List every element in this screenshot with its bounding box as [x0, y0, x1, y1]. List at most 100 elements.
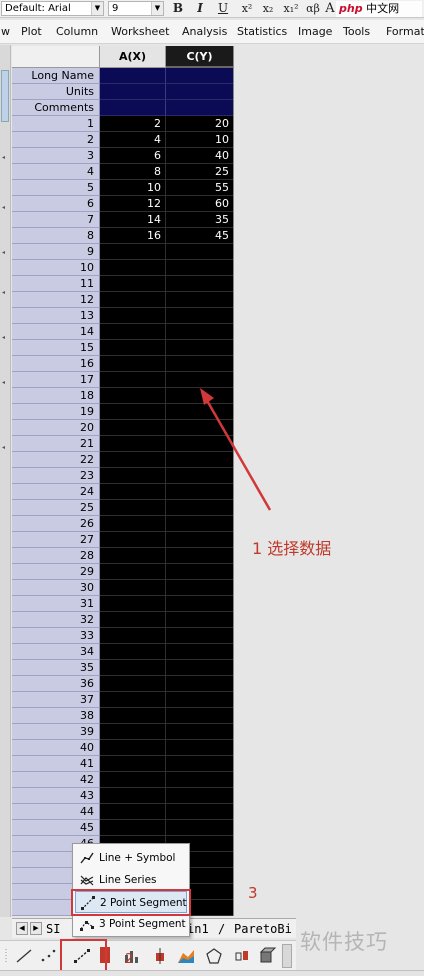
row-header[interactable]: 21 [12, 436, 100, 452]
table-cell[interactable] [166, 276, 233, 292]
row-header[interactable]: 18 [12, 388, 100, 404]
table-cell[interactable] [166, 356, 233, 372]
tab-prev-button[interactable]: ◀ [16, 922, 28, 935]
row-header[interactable]: 37 [12, 692, 100, 708]
table-cell[interactable] [166, 436, 233, 452]
table-cell[interactable] [100, 820, 166, 836]
superscript-button[interactable]: x² [238, 0, 256, 17]
table-cell[interactable] [166, 628, 233, 644]
row-header[interactable]: 23 [12, 468, 100, 484]
table-cell[interactable] [166, 692, 233, 708]
row-header[interactable]: 27 [12, 532, 100, 548]
table-cell[interactable] [100, 468, 166, 484]
table-cell[interactable]: 6 [100, 148, 166, 164]
table-cell[interactable] [100, 564, 166, 580]
table-cell[interactable] [166, 372, 233, 388]
menu-analysis[interactable]: Analysis [182, 20, 227, 44]
table-cell[interactable] [100, 756, 166, 772]
table-cell[interactable] [100, 804, 166, 820]
error-bar-icon[interactable] [150, 947, 170, 965]
menu-tools[interactable]: Tools [343, 20, 370, 44]
menu-statistics[interactable]: Statistics [237, 20, 287, 44]
table-cell[interactable] [166, 612, 233, 628]
table-cell[interactable] [100, 708, 166, 724]
row-header[interactable]: 36 [12, 676, 100, 692]
row-header[interactable]: 7 [12, 212, 100, 228]
table-cell[interactable]: 60 [166, 196, 233, 212]
table-cell[interactable] [166, 676, 233, 692]
table-cell[interactable] [100, 788, 166, 804]
table-cell[interactable] [100, 308, 166, 324]
toolbar-overflow-button[interactable] [282, 944, 292, 968]
table-cell[interactable] [100, 772, 166, 788]
table-cell[interactable] [100, 260, 166, 276]
table-cell[interactable]: 14 [100, 212, 166, 228]
meta-cell[interactable] [100, 68, 166, 84]
row-header[interactable]: 10 [12, 260, 100, 276]
table-cell[interactable] [166, 244, 233, 260]
row-header[interactable]: 13 [12, 308, 100, 324]
row-header[interactable]: 35 [12, 660, 100, 676]
increase-font-button[interactable]: A [324, 0, 336, 17]
table-cell[interactable] [166, 596, 233, 612]
table-cell[interactable] [166, 724, 233, 740]
scatter-plot-icon[interactable] [38, 947, 58, 965]
subscript-button[interactable]: x₂ [259, 0, 277, 17]
row-header[interactable]: 19 [12, 404, 100, 420]
table-cell[interactable] [100, 356, 166, 372]
table-cell[interactable] [166, 484, 233, 500]
row-header[interactable]: 5 [12, 180, 100, 196]
menu-worksheet[interactable]: Worksheet [111, 20, 169, 44]
table-cell[interactable] [166, 324, 233, 340]
meta-cell[interactable] [166, 84, 233, 100]
table-cell[interactable] [166, 788, 233, 804]
area-chart-icon[interactable] [176, 947, 196, 965]
table-cell[interactable] [166, 772, 233, 788]
tab-next-button[interactable]: ▶ [30, 922, 42, 935]
table-cell[interactable]: 45 [166, 228, 233, 244]
table-cell[interactable] [166, 532, 233, 548]
table-cell[interactable]: 35 [166, 212, 233, 228]
table-cell[interactable] [100, 292, 166, 308]
row-header[interactable]: 2 [12, 132, 100, 148]
table-cell[interactable] [100, 612, 166, 628]
row-header[interactable]: 29 [12, 564, 100, 580]
table-cell[interactable]: 16 [100, 228, 166, 244]
table-cell[interactable] [100, 244, 166, 260]
table-cell[interactable]: 10 [166, 132, 233, 148]
row-header[interactable]: 20 [12, 420, 100, 436]
table-cell[interactable]: 10 [100, 180, 166, 196]
table-cell[interactable] [166, 388, 233, 404]
row-header[interactable]: 25 [12, 500, 100, 516]
row-header[interactable]: 26 [12, 516, 100, 532]
table-cell[interactable] [166, 564, 233, 580]
table-cell[interactable] [100, 596, 166, 612]
greek-button[interactable]: αβ [303, 0, 323, 17]
tab-sheet2[interactable]: in1 [187, 920, 209, 938]
table-cell[interactable] [100, 692, 166, 708]
table-cell[interactable] [166, 740, 233, 756]
column-header-c[interactable]: C(Y) [166, 46, 233, 68]
line-plot-icon[interactable] [14, 947, 34, 965]
table-cell[interactable] [166, 420, 233, 436]
row-header[interactable]: 11 [12, 276, 100, 292]
row-header[interactable]: 40 [12, 740, 100, 756]
table-cell[interactable]: 55 [166, 180, 233, 196]
row-header[interactable]: 31 [12, 596, 100, 612]
row-header[interactable]: 44 [12, 804, 100, 820]
row-header[interactable]: 14 [12, 324, 100, 340]
meta-cell[interactable] [100, 100, 166, 116]
menu-item-3-point-segment[interactable]: 3 Point Segment [75, 913, 187, 935]
menu-window[interactable]: w [1, 20, 10, 44]
menu-format[interactable]: Format [386, 20, 424, 44]
table-cell[interactable] [166, 756, 233, 772]
table-cell[interactable] [100, 580, 166, 596]
table-cell[interactable] [100, 404, 166, 420]
table-cell[interactable]: 25 [166, 164, 233, 180]
row-header[interactable]: 4 [12, 164, 100, 180]
menu-image[interactable]: Image [298, 20, 332, 44]
box-chart-icon[interactable] [232, 947, 252, 965]
tab-sheet3[interactable]: ParetoBi [234, 920, 292, 938]
row-header[interactable]: 24 [12, 484, 100, 500]
row-header[interactable]: 34 [12, 644, 100, 660]
